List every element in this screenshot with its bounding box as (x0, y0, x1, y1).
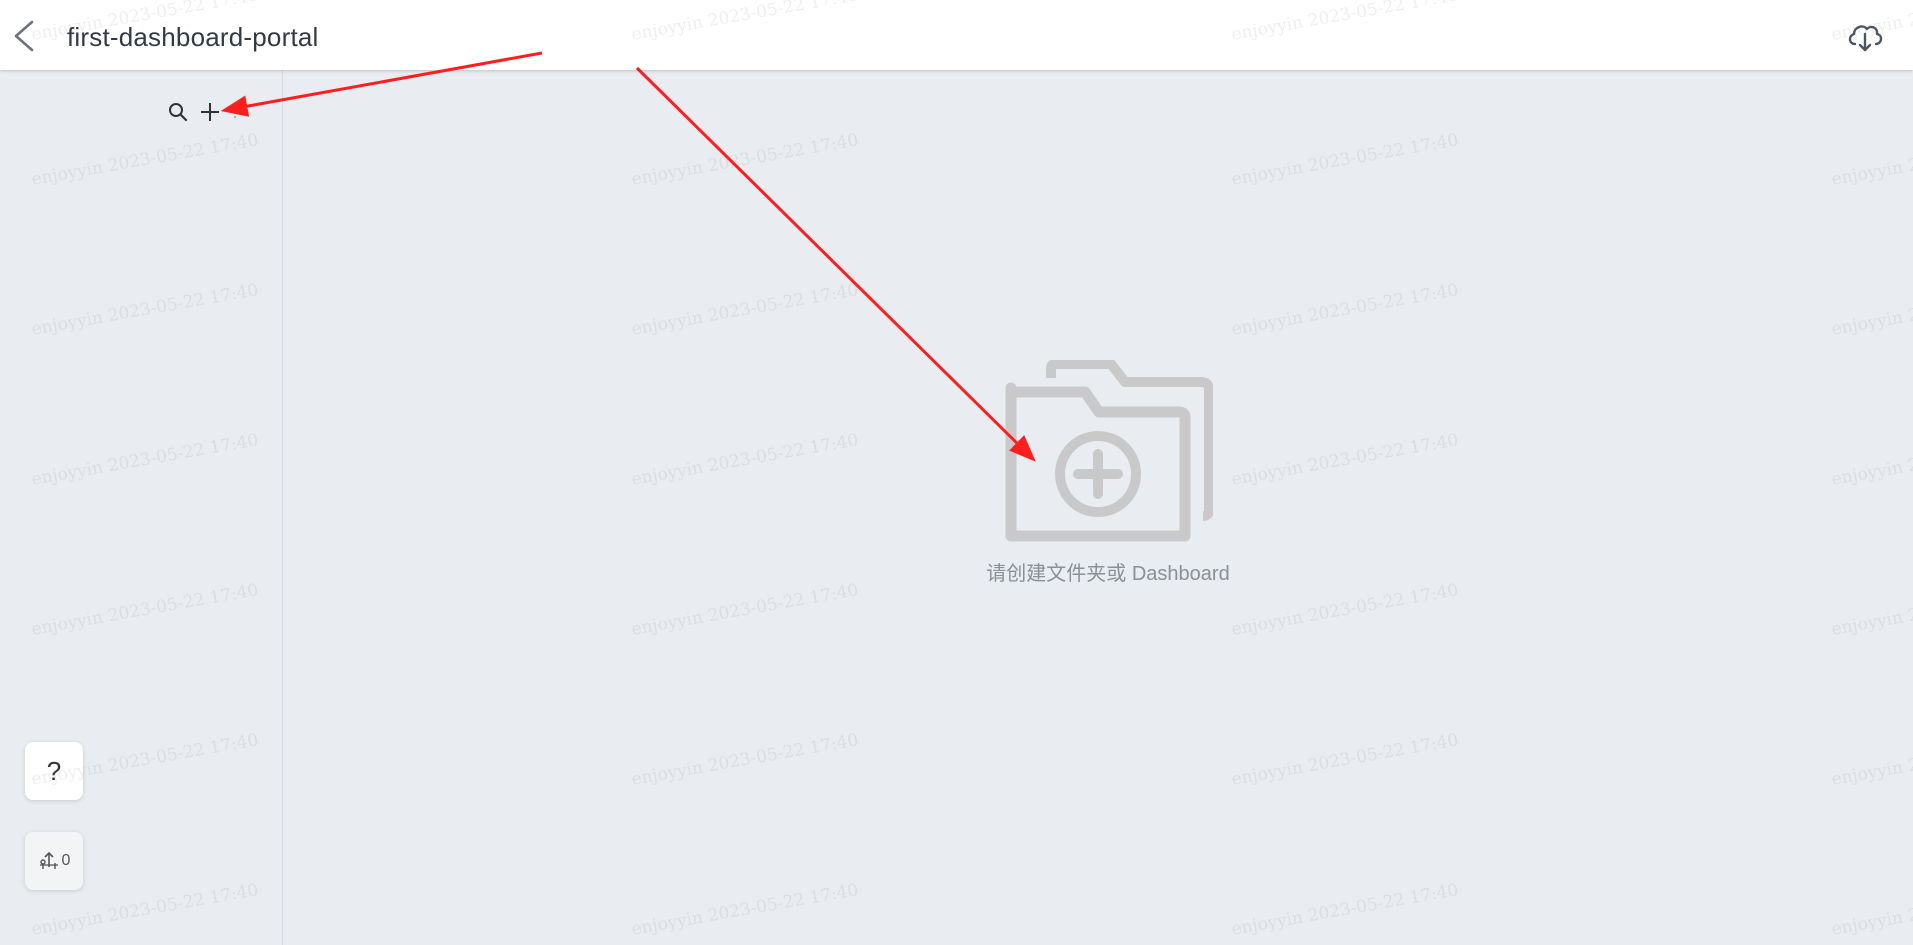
sidebar-toolbar (166, 100, 240, 124)
app-window: first-dashboard-portal ? 0 请创建文件夹或 Dashb… (0, 0, 1913, 945)
task-button[interactable]: 0 (25, 832, 83, 890)
top-header: first-dashboard-portal (0, 0, 1913, 70)
help-button[interactable]: ? (25, 742, 83, 800)
more-button[interactable] (230, 100, 240, 124)
task-upload-icon (39, 851, 58, 869)
page-title: first-dashboard-portal (67, 22, 319, 52)
empty-state: 请创建文件夹或 Dashboard (958, 360, 1258, 586)
more-vertical-icon (234, 106, 236, 108)
search-icon (169, 103, 188, 122)
add-button[interactable] (198, 100, 222, 124)
cloud-download-icon (1848, 25, 1883, 52)
back-button[interactable] (10, 18, 40, 54)
task-count: 0 (61, 852, 71, 869)
empty-state-text: 请创建文件夹或 Dashboard (986, 563, 1230, 585)
publish-button[interactable] (1845, 18, 1885, 54)
plus-icon (201, 103, 219, 121)
search-button[interactable] (166, 100, 190, 124)
folder-add-icon[interactable] (1003, 360, 1213, 545)
chevron-left-icon (14, 20, 34, 52)
sidebar: ? 0 (0, 70, 283, 945)
